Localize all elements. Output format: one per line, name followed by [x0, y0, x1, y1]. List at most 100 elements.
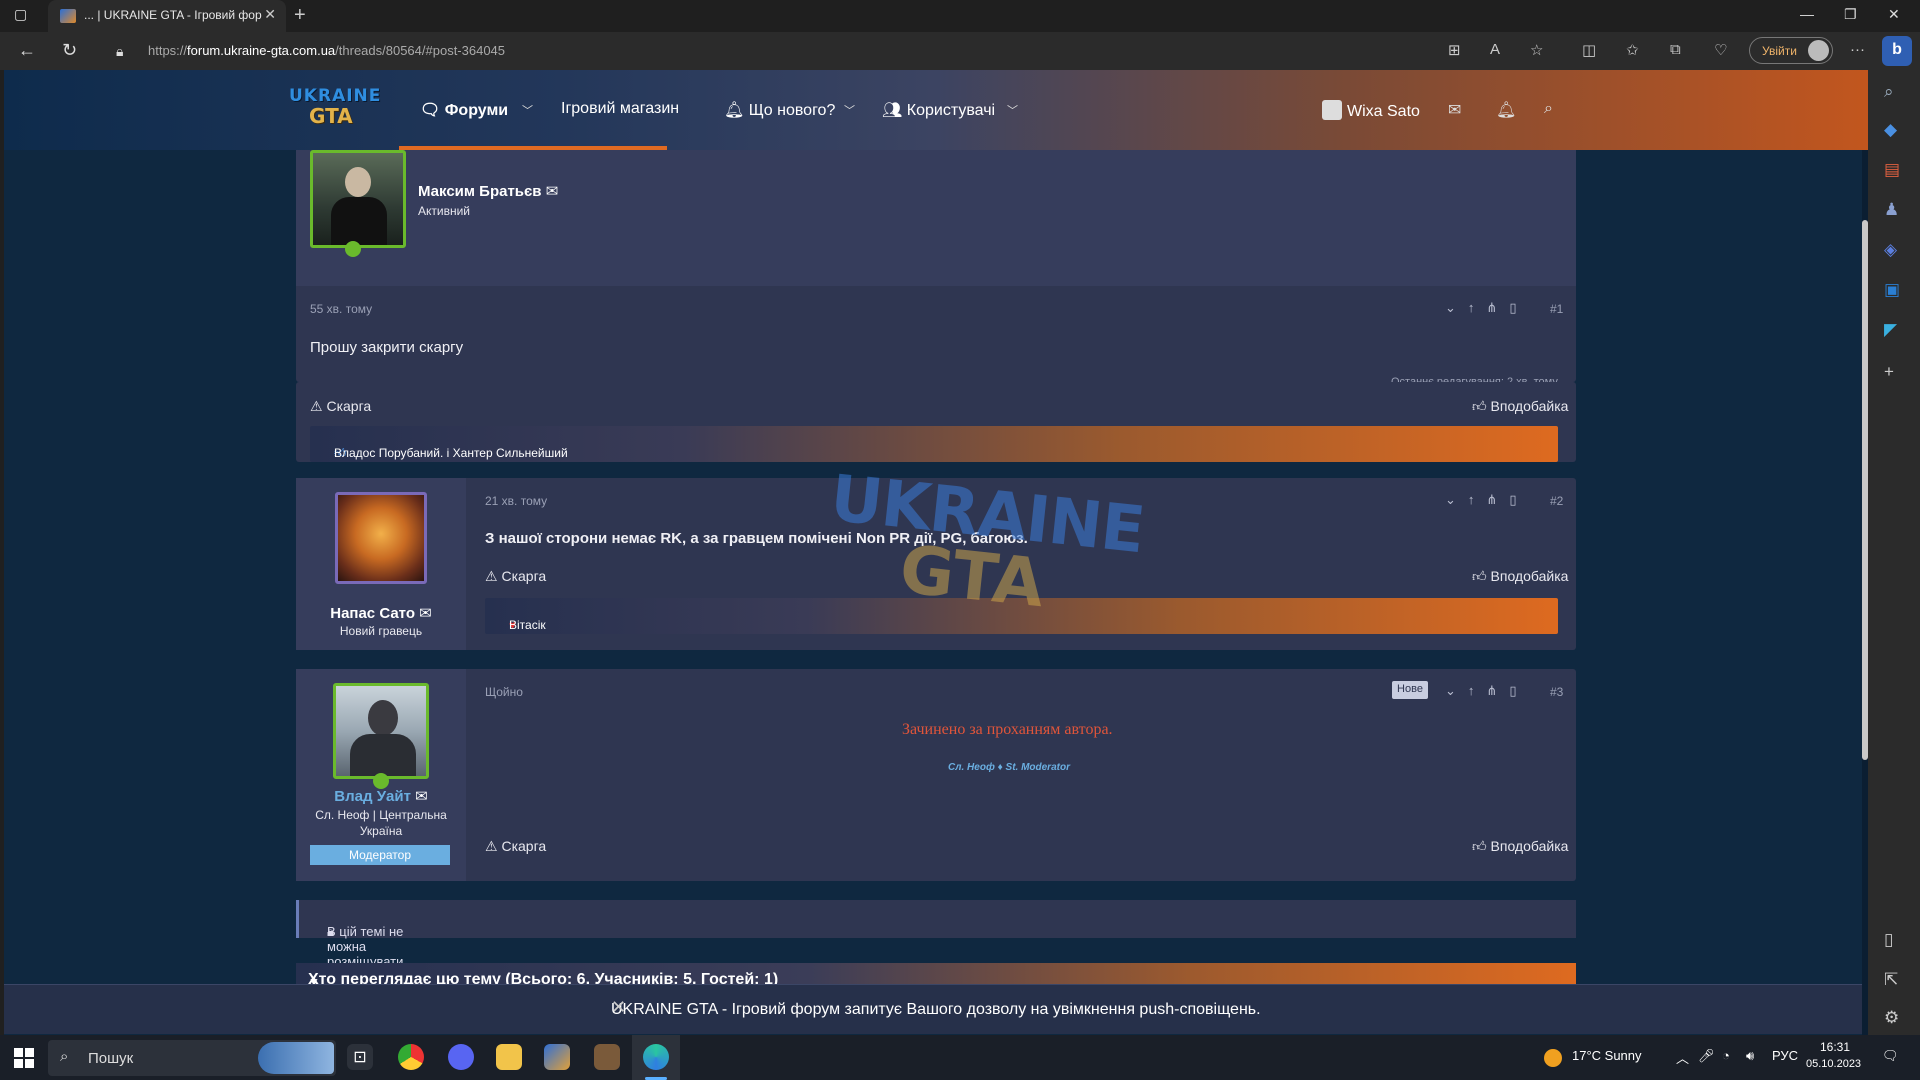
- avatar[interactable]: [335, 492, 427, 584]
- chrome-icon[interactable]: [398, 1044, 424, 1070]
- post-time[interactable]: 55 хв. тому: [310, 302, 372, 316]
- microphone-icon[interactable]: 🎤︎: [1698, 1048, 1715, 1064]
- upvote-icon[interactable]: ↑: [1468, 492, 1487, 507]
- games-icon[interactable]: ♟: [1884, 200, 1899, 220]
- nav-forums[interactable]: 🗨︎ Форуми: [420, 100, 508, 120]
- add-icon[interactable]: +: [1884, 362, 1894, 382]
- file-explorer-icon[interactable]: [496, 1044, 522, 1070]
- more-menu-icon[interactable]: ···: [1850, 41, 1865, 58]
- page-scrollbar-thumb[interactable]: [1862, 220, 1868, 760]
- post-number[interactable]: #2: [1550, 494, 1563, 508]
- clock-time[interactable]: 16:31: [1820, 1040, 1850, 1054]
- input-language[interactable]: РУС: [1772, 1048, 1798, 1063]
- discord-icon[interactable]: [448, 1044, 474, 1070]
- signin-button[interactable]: Увійти: [1749, 37, 1833, 64]
- game-launcher-icon[interactable]: [544, 1044, 570, 1070]
- bookmark-icon[interactable]: ▯: [1509, 300, 1528, 315]
- chevron-down-icon[interactable]: ﹀: [522, 102, 533, 118]
- close-window-icon[interactable]: ✕: [1888, 6, 1900, 23]
- like-button[interactable]: 👍︎ Вподобайка: [1472, 568, 1568, 585]
- sun-weather-icon[interactable]: [1544, 1049, 1562, 1067]
- upvote-icon[interactable]: ↑: [1468, 683, 1487, 698]
- shopping-tag-icon[interactable]: ◆: [1884, 120, 1897, 140]
- split-screen-icon[interactable]: ◫: [1582, 41, 1596, 59]
- close-tab-icon[interactable]: ✕: [264, 6, 276, 23]
- report-button[interactable]: ⚠ Скарга: [485, 838, 546, 855]
- share-icon[interactable]: ⋔: [1486, 683, 1509, 698]
- share-icon[interactable]: ⋔: [1486, 300, 1509, 315]
- browser-tab[interactable]: ... | UKRAINE GTA - Ігровий фор ✕: [48, 0, 286, 32]
- url-field[interactable]: https://forum.ukraine-gta.com.ua/threads…: [148, 43, 505, 58]
- bookmark-icon[interactable]: ▯: [1509, 492, 1528, 507]
- collections-icon[interactable]: ⧉: [1670, 41, 1681, 58]
- tools-icon[interactable]: ▤: [1884, 160, 1900, 180]
- site-logo[interactable]: UKRAINE GTA: [289, 86, 380, 130]
- m365-icon[interactable]: ◈: [1884, 240, 1897, 260]
- outlook-icon[interactable]: ▣: [1884, 280, 1900, 300]
- sidebar-toggle-icon[interactable]: ▯: [1884, 930, 1893, 950]
- post-number[interactable]: #3: [1550, 685, 1563, 699]
- task-view-icon[interactable]: ⊡: [347, 1044, 373, 1070]
- game-app-icon[interactable]: [594, 1044, 620, 1070]
- apps-icon[interactable]: ⊞: [1448, 41, 1461, 59]
- react-icon[interactable]: ⌄: [1445, 300, 1468, 315]
- volume-icon[interactable]: 🔊︎: [1746, 1048, 1754, 1064]
- settings-gear-icon[interactable]: ⚙: [1884, 1008, 1899, 1028]
- nav-whats-new[interactable]: 🔔︎ Що нового?: [724, 100, 835, 120]
- post-actions[interactable]: ⌄↑⋔▯: [1445, 683, 1528, 699]
- windows-start-icon[interactable]: [14, 1048, 34, 1068]
- search-icon[interactable]: ⌕: [1884, 82, 1894, 102]
- react-icon[interactable]: ⌄: [1445, 492, 1468, 507]
- post-time[interactable]: Щойно: [485, 685, 523, 699]
- post-author-name[interactable]: Влад Уайт ✉: [296, 787, 466, 805]
- post-actions[interactable]: ⌄↑⋔▯: [1445, 300, 1528, 316]
- external-icon[interactable]: ⇱: [1884, 970, 1898, 990]
- chevron-down-icon[interactable]: ﹀: [1007, 102, 1018, 118]
- post-time[interactable]: 21 хв. тому: [485, 494, 547, 508]
- message-icon[interactable]: ✉: [419, 605, 432, 622]
- minimize-icon[interactable]: —: [1800, 6, 1814, 22]
- browser-essentials-icon[interactable]: ♡: [1714, 41, 1727, 59]
- post-actions[interactable]: ⌄↑⋔▯: [1445, 492, 1528, 508]
- bookmark-icon[interactable]: ▯: [1509, 683, 1528, 698]
- nav-users[interactable]: 👥︎ Користувачі: [882, 100, 995, 120]
- report-button[interactable]: ⚠ Скарга: [485, 568, 546, 585]
- reactions-bar[interactable]: 👍︎ Владос Порубаний. і Хантер Сильнейший: [310, 426, 1558, 462]
- read-aloud-icon[interactable]: A: [1490, 41, 1500, 58]
- close-banner-icon[interactable]: ✕: [611, 997, 1848, 1018]
- account-menu[interactable]: Wixa Sato: [1322, 100, 1420, 121]
- tab-actions-icon[interactable]: ▢: [14, 6, 27, 23]
- show-hidden-icons-icon[interactable]: ︿: [1676, 1048, 1689, 1067]
- message-icon[interactable]: ✉: [546, 183, 559, 200]
- inbox-icon[interactable]: ✉: [1448, 100, 1461, 120]
- avatar[interactable]: [310, 150, 406, 248]
- chevron-down-icon[interactable]: ﹀: [844, 102, 855, 118]
- clock-date[interactable]: 05.10.2023: [1806, 1058, 1861, 1070]
- lock-icon[interactable]: 🔒︎: [116, 43, 123, 60]
- refresh-icon[interactable]: ↻: [62, 40, 77, 61]
- avatar[interactable]: [333, 683, 429, 779]
- drop-icon[interactable]: ◤: [1884, 320, 1897, 340]
- search-icon[interactable]: ⌕: [1544, 100, 1553, 118]
- like-button[interactable]: 👍︎ Вподобайка: [1472, 838, 1568, 855]
- post-author-name[interactable]: Напас Сато ✉: [296, 604, 466, 622]
- notifications-icon[interactable]: 🗨︎: [1882, 1048, 1899, 1064]
- post-author-name[interactable]: Максим Братьєв ✉: [418, 182, 558, 200]
- wifi-icon[interactable]: ◔: [1722, 1048, 1730, 1063]
- upvote-icon[interactable]: ↑: [1468, 300, 1487, 315]
- weather-text[interactable]: 17°C Sunny: [1572, 1048, 1642, 1063]
- report-button[interactable]: ⚠ Скарга: [310, 398, 371, 415]
- favorite-star-icon[interactable]: ☆: [1530, 41, 1543, 59]
- post-number[interactable]: #1: [1550, 302, 1563, 316]
- copilot-icon[interactable]: b: [1882, 36, 1912, 66]
- favorites-icon[interactable]: ✩: [1626, 41, 1639, 59]
- new-tab-icon[interactable]: +: [294, 4, 306, 27]
- taskbar-search[interactable]: ⌕ Пошук: [48, 1040, 336, 1076]
- edge-icon[interactable]: [643, 1044, 669, 1070]
- react-icon[interactable]: ⌄: [1445, 683, 1468, 698]
- restore-icon[interactable]: ❐: [1844, 6, 1857, 23]
- back-icon[interactable]: ←: [18, 40, 36, 61]
- nav-shop[interactable]: Ігровий магазин: [561, 100, 679, 118]
- share-icon[interactable]: ⋔: [1486, 492, 1509, 507]
- alerts-bell-icon[interactable]: 🔔︎: [1496, 100, 1516, 120]
